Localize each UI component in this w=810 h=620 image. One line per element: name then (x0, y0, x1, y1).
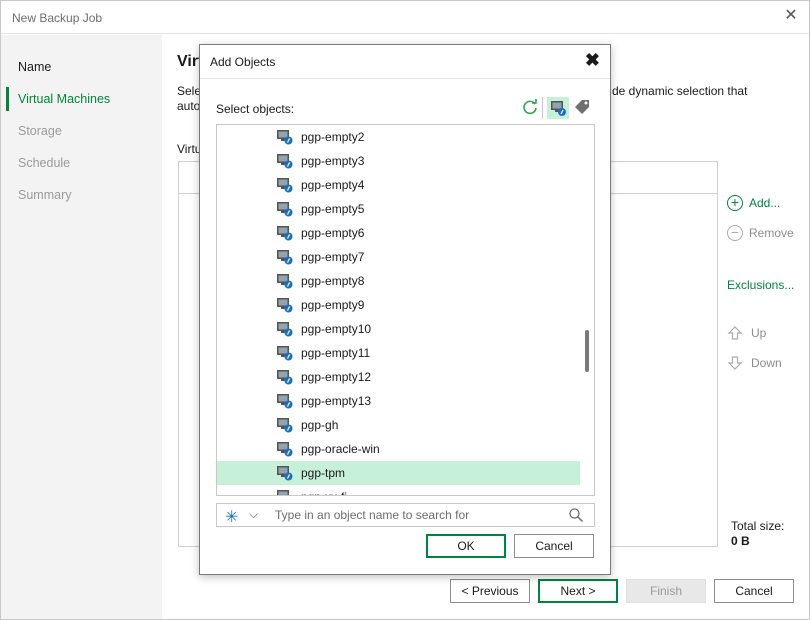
add-objects-dialog: Add Objects ✖ Select objects: pgp-empty2… (199, 44, 611, 575)
vm-icon (277, 250, 293, 265)
dialog-title: Add Objects (210, 55, 276, 69)
dialog-title-divider (200, 78, 610, 79)
tree-scrollbar[interactable] (580, 125, 594, 495)
tree-item-label: pgp-empty12 (301, 370, 372, 384)
tree-scrollbar-thumb[interactable] (585, 330, 589, 372)
tree-item[interactable]: pgp-xx-fi (217, 485, 581, 495)
tree-item[interactable]: pgp-empty2 (217, 125, 581, 149)
step-summary: Summary (18, 188, 72, 202)
vm-icon (277, 322, 293, 337)
vm-view-toggle[interactable] (547, 97, 569, 119)
arrow-up-icon (727, 326, 743, 340)
search-scope-icon[interactable]: ✳ (225, 507, 238, 527)
step-storage: Storage (18, 124, 62, 138)
minus-circle-icon: − (727, 225, 743, 241)
tree-item[interactable]: pgp-empty9 (217, 293, 581, 317)
vm-icon (277, 178, 293, 193)
title-bar: New Backup Job ✕ (1, 1, 809, 34)
tree-item-label: pgp-xx-fi (301, 490, 347, 495)
step-virtual-machines[interactable]: Virtual Machines (18, 92, 110, 106)
tree-item-label: pgp-tpm (301, 466, 346, 480)
next-button[interactable]: Next > (538, 579, 618, 603)
tree-item-label: pgp-empty4 (301, 178, 365, 192)
wizard-steps-sidebar: Name Virtual Machines Storage Schedule S… (1, 35, 162, 619)
search-input[interactable] (275, 506, 555, 524)
window-title: New Backup Job (12, 11, 103, 25)
dialog-close-icon[interactable]: ✖ (585, 51, 600, 69)
vm-icon (277, 466, 293, 481)
tree-item-label: pgp-empty2 (301, 130, 365, 144)
tree-item[interactable]: pgp-oracle-win (217, 437, 581, 461)
select-objects-label: Select objects: (216, 102, 295, 116)
objects-tree[interactable]: pgp-empty2 pgp-empty3 pgp-empty4 pgp-empty5… (216, 124, 595, 496)
tree-item[interactable]: pgp-empty6 (217, 221, 581, 245)
tree-item[interactable]: pgp-empty13 (217, 389, 581, 413)
total-size-label: Total size: (731, 519, 785, 533)
arrow-down-icon (727, 356, 743, 370)
total-size-value: 0 B (731, 534, 750, 548)
search-icon[interactable] (568, 507, 584, 523)
vm-list-label: Virtu (177, 142, 202, 156)
vm-icon (277, 346, 293, 361)
down-button[interactable]: Down (727, 355, 782, 371)
tree-item-label: pgp-empty11 (301, 346, 371, 360)
plus-circle-icon: + (727, 195, 743, 211)
step-name[interactable]: Name (18, 60, 51, 74)
vm-icon (277, 490, 289, 495)
vm-icon (277, 154, 293, 169)
vm-icon (277, 226, 293, 241)
down-button-label: Down (751, 356, 782, 370)
tree-item-label: pgp-empty8 (301, 274, 365, 288)
tree-item[interactable]: pgp-tpm (217, 461, 581, 485)
tree-item-label: pgp-empty6 (301, 226, 365, 240)
finish-button: Finish (626, 579, 706, 603)
tree-item[interactable]: pgp-empty10 (217, 317, 581, 341)
active-step-indicator (6, 87, 9, 111)
previous-button[interactable]: < Previous (450, 579, 530, 603)
tree-item-label: pgp-empty10 (301, 322, 372, 336)
remove-button-label: Remove (749, 226, 794, 240)
tree-item[interactable]: pgp-empty3 (217, 149, 581, 173)
tree-item[interactable]: pgp-gh (217, 413, 581, 437)
vm-view-icon (551, 101, 566, 116)
tag-icon[interactable] (572, 97, 592, 117)
tree-item-label: pgp-empty13 (301, 394, 372, 408)
page-description-right: de dynamic selection that (612, 84, 748, 98)
vm-icon (277, 298, 293, 313)
tree-item-label: pgp-oracle-win (301, 442, 380, 456)
dialog-cancel-button[interactable]: Cancel (514, 534, 594, 558)
vm-icon (277, 394, 293, 409)
refresh-icon[interactable] (520, 97, 540, 117)
tree-item-label: pgp-empty3 (301, 154, 365, 168)
up-button[interactable]: Up (727, 325, 766, 341)
vm-icon (277, 274, 293, 289)
add-button-label: Add... (749, 196, 781, 210)
up-button-label: Up (751, 326, 767, 340)
tree-item-label: pgp-gh (301, 418, 339, 432)
ok-button[interactable]: OK (426, 534, 506, 558)
tree-item[interactable]: pgp-empty5 (217, 197, 581, 221)
tree-item[interactable]: pgp-empty11 (217, 341, 581, 365)
exclusions-button[interactable]: Exclusions... (727, 278, 794, 292)
step-schedule: Schedule (18, 156, 71, 170)
window-close-icon[interactable]: ✕ (783, 8, 799, 24)
tree-item-label: pgp-empty9 (301, 298, 365, 312)
toolbar-separator (542, 97, 543, 119)
tree-item[interactable]: pgp-empty12 (217, 365, 581, 389)
remove-button[interactable]: − Remove (727, 225, 794, 241)
tree-item[interactable]: pgp-empty4 (217, 173, 581, 197)
tree-item[interactable]: pgp-empty8 (217, 269, 581, 293)
tree-item[interactable]: pgp-empty7 (217, 245, 581, 269)
vm-icon (277, 418, 293, 433)
footer-cancel-button[interactable]: Cancel (714, 579, 794, 603)
vm-icon (277, 442, 293, 457)
tree-item-label: pgp-empty7 (301, 250, 365, 264)
add-button[interactable]: + Add... (727, 195, 780, 211)
vm-icon (277, 370, 293, 385)
tree-item-label: pgp-empty5 (301, 202, 365, 216)
vm-icon (277, 202, 293, 217)
search-bar: ✳ ⌵ (216, 503, 595, 527)
vm-icon (277, 130, 293, 145)
chevron-down-icon[interactable]: ⌵ (249, 507, 258, 522)
